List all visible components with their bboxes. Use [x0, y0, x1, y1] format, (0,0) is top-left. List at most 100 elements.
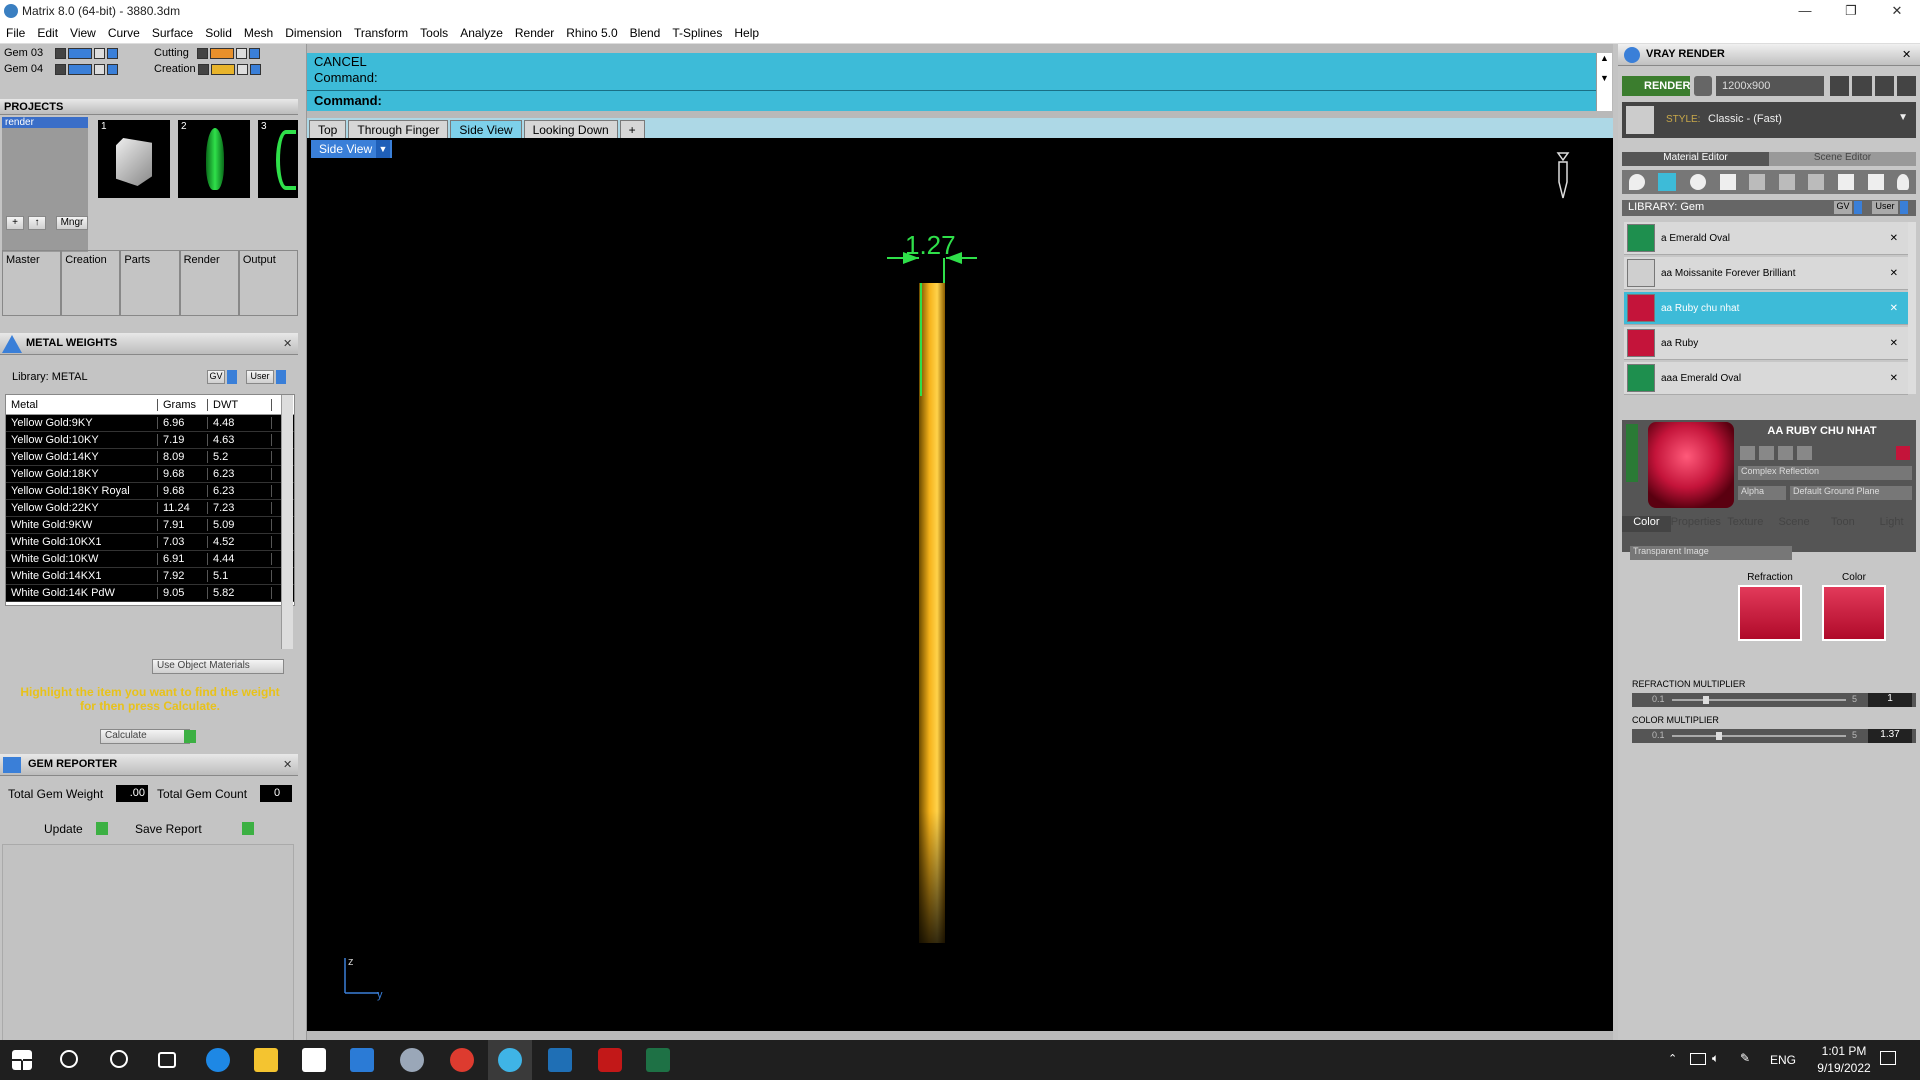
- add-project-button[interactable]: +: [6, 216, 24, 230]
- menu-edit[interactable]: Edit: [31, 26, 64, 40]
- link-icon[interactable]: [1837, 174, 1854, 190]
- store-icon[interactable]: [302, 1048, 326, 1072]
- save-icon[interactable]: [1740, 446, 1755, 460]
- menu-mesh[interactable]: Mesh: [238, 26, 279, 40]
- material-item[interactable]: aa Ruby ✕: [1624, 327, 1908, 360]
- tab-light[interactable]: Light: [1867, 516, 1916, 532]
- menu-solid[interactable]: Solid: [199, 26, 238, 40]
- chevron-down-icon[interactable]: ▼: [1898, 112, 1908, 123]
- layout-icon[interactable]: [1852, 76, 1872, 96]
- flame-icon[interactable]: [1628, 174, 1645, 190]
- chrome-icon[interactable]: [450, 1048, 474, 1072]
- menu-transform[interactable]: Transform: [348, 26, 414, 40]
- layer-color[interactable]: [209, 47, 234, 59]
- menu-analyze[interactable]: Analyze: [454, 26, 509, 40]
- minimize-button[interactable]: —: [1782, 0, 1828, 22]
- notification-icon[interactable]: [1880, 1051, 1896, 1065]
- resolution-select[interactable]: 1200x900: [1716, 76, 1824, 96]
- refraction-swatch[interactable]: [1738, 585, 1802, 641]
- layer-arrow-icon[interactable]: [55, 47, 67, 59]
- file-explorer-icon[interactable]: [254, 1048, 278, 1072]
- slider-thumb[interactable]: [1715, 732, 1722, 740]
- expand-arrow[interactable]: [1626, 424, 1638, 482]
- menu-rhino[interactable]: Rhino 5.0: [560, 26, 623, 40]
- tab-material-editor[interactable]: Material Editor: [1622, 152, 1769, 166]
- menu-tools[interactable]: Tools: [414, 26, 454, 40]
- remove-icon[interactable]: ✕: [1890, 233, 1898, 244]
- tab-scene[interactable]: Scene: [1770, 516, 1819, 532]
- checker-icon[interactable]: [1808, 174, 1825, 190]
- camera-icon[interactable]: [1694, 76, 1712, 96]
- tab-properties[interactable]: Properties: [1671, 516, 1721, 532]
- menu-surface[interactable]: Surface: [146, 26, 199, 40]
- layer-arrow-icon[interactable]: [197, 63, 209, 75]
- remove-icon[interactable]: ✕: [1890, 303, 1898, 314]
- lock-icon[interactable]: [94, 47, 106, 59]
- save-report-button[interactable]: Save Report: [135, 822, 202, 836]
- render-button[interactable]: RENDER: [1622, 76, 1690, 96]
- project-thumb[interactable]: 3: [258, 120, 298, 198]
- table-row[interactable]: White Gold:10KW 6.91 4.44: [6, 551, 294, 568]
- manager-button[interactable]: Mngr: [56, 216, 88, 230]
- transparent-image-select[interactable]: Transparent Image: [1630, 546, 1792, 560]
- layer-color[interactable]: [210, 63, 235, 75]
- copy-icon[interactable]: [1759, 446, 1774, 460]
- material-item[interactable]: aaa Emerald Oval ✕: [1624, 362, 1908, 395]
- remove-icon[interactable]: ✕: [1890, 338, 1898, 349]
- refraction-multiplier-slider[interactable]: 0.1 5 1: [1632, 693, 1916, 707]
- menu-help[interactable]: Help: [728, 26, 765, 40]
- gv-button[interactable]: GV: [207, 370, 225, 384]
- mail-icon[interactable]: [350, 1048, 374, 1072]
- use-object-materials-toggle[interactable]: Use Object Materials: [152, 659, 284, 674]
- menu-curve[interactable]: Curve: [102, 26, 146, 40]
- material-item[interactable]: aa Moissanite Forever Brilliant ✕: [1624, 257, 1908, 290]
- layer-row[interactable]: Gem 04: [4, 62, 119, 76]
- table-row[interactable]: White Gold:14K PdW 9.05 5.82: [6, 585, 294, 602]
- calculate-button[interactable]: Calculate: [100, 729, 190, 744]
- slider-value[interactable]: 1: [1868, 693, 1912, 707]
- tab-toon[interactable]: Toon: [1818, 516, 1867, 532]
- visibility-icon[interactable]: [248, 47, 260, 59]
- volume-icon[interactable]: 🔈︎: [1712, 1051, 1719, 1066]
- network-icon[interactable]: [1690, 1053, 1706, 1065]
- close-panel-icon[interactable]: ✕: [283, 337, 292, 350]
- slider-thumb[interactable]: [1702, 696, 1709, 704]
- library-scrollbar[interactable]: [1908, 222, 1916, 394]
- project-thumb[interactable]: 1: [98, 120, 170, 198]
- table-row[interactable]: Yellow Gold:18KY 9.68 6.23: [6, 466, 294, 483]
- app-icon[interactable]: [400, 1048, 424, 1072]
- layer-row[interactable]: Creation: [154, 62, 261, 76]
- refresh-icon[interactable]: [1896, 446, 1910, 460]
- menu-tsplines[interactable]: T-Splines: [666, 26, 728, 40]
- photos-icon[interactable]: [548, 1048, 572, 1072]
- style-bar[interactable]: STYLE: Classic - (Fast) ▼: [1622, 102, 1916, 138]
- ground-plane-select[interactable]: Default Ground Plane: [1790, 486, 1912, 500]
- table-row[interactable]: Yellow Gold:22KY 11.24 7.23: [6, 500, 294, 517]
- hatch-icon[interactable]: [1749, 174, 1766, 190]
- remove-icon[interactable]: ✕: [1890, 268, 1898, 279]
- bulb-icon[interactable]: [1897, 174, 1910, 190]
- tab-render[interactable]: Render: [179, 250, 239, 316]
- material-item[interactable]: a Emerald Oval ✕: [1624, 222, 1908, 255]
- menu-dimension[interactable]: Dimension: [279, 26, 348, 40]
- slider-value[interactable]: 1.37: [1868, 729, 1912, 743]
- update-go-icon[interactable]: [96, 822, 108, 835]
- add-tab-button[interactable]: +: [619, 120, 645, 138]
- table-row[interactable]: White Gold:10KX1 7.03 4.52: [6, 534, 294, 551]
- up-project-button[interactable]: ↑: [28, 216, 46, 230]
- layer-arrow-icon[interactable]: [55, 63, 67, 75]
- material-item-selected[interactable]: aa Ruby chu nhat ✕: [1624, 292, 1908, 325]
- project-item[interactable]: render: [2, 117, 88, 128]
- table-row[interactable]: White Gold:9KW 7.91 5.09: [6, 517, 294, 534]
- menu-render[interactable]: Render: [509, 26, 560, 40]
- gv-toggle[interactable]: [227, 370, 237, 384]
- menu-view[interactable]: View: [64, 26, 102, 40]
- tab-master[interactable]: Master: [2, 250, 62, 316]
- slider-track[interactable]: [1672, 699, 1846, 701]
- table-row[interactable]: Yellow Gold:9KY 6.96 4.48: [6, 415, 294, 432]
- close-button[interactable]: ✕: [1874, 0, 1920, 22]
- grid-icon[interactable]: [1896, 76, 1916, 96]
- tab-color[interactable]: Color: [1622, 516, 1671, 532]
- close-panel-icon[interactable]: ✕: [283, 758, 292, 771]
- gv-button[interactable]: GV: [1834, 201, 1852, 214]
